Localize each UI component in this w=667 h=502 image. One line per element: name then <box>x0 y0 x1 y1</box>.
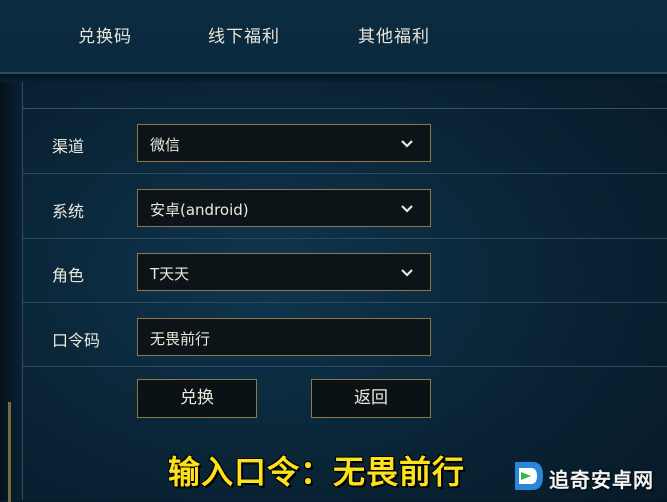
row-divider <box>22 238 667 239</box>
row-divider <box>22 366 667 367</box>
top-tab-bar: 兑换码 线下福利 其他福利 <box>0 0 667 74</box>
tab-other-benefits[interactable]: 其他福利 <box>358 22 430 47</box>
code-label: 口令码 <box>52 331 101 350</box>
row-divider <box>22 302 667 303</box>
chevron-down-icon <box>401 205 413 213</box>
form-panel <box>22 108 667 501</box>
watermark-logo-icon <box>515 462 543 490</box>
chevron-down-icon <box>401 269 413 277</box>
code-value: 无畏前行 <box>150 330 211 348</box>
channel-value: 微信 <box>150 136 181 154</box>
watermark-text: 追奇安卓网 <box>549 468 654 492</box>
channel-label: 渠道 <box>52 137 85 156</box>
system-value: 安卓(android) <box>150 201 249 219</box>
back-button[interactable]: 返回 <box>311 379 431 418</box>
header-divider <box>0 74 667 82</box>
system-label: 系统 <box>52 202 85 221</box>
code-input[interactable]: 无畏前行 <box>137 318 431 356</box>
watermark: 追奇安卓网 <box>509 456 659 496</box>
tab-offline-benefits[interactable]: 线下福利 <box>208 22 280 47</box>
role-value: T天天 <box>150 265 190 283</box>
row-divider <box>22 173 667 174</box>
caption-overlay: 输入口令：无畏前行 <box>168 453 466 491</box>
role-label: 角色 <box>52 266 85 285</box>
channel-select[interactable]: 微信 <box>137 124 431 162</box>
chevron-down-icon <box>401 140 413 148</box>
system-select[interactable]: 安卓(android) <box>137 189 431 227</box>
tab-redeem-code[interactable]: 兑换码 <box>78 22 132 47</box>
rail-accent <box>8 402 11 502</box>
redeem-button[interactable]: 兑换 <box>137 379 257 418</box>
role-select[interactable]: T天天 <box>137 253 431 291</box>
left-rail <box>0 82 23 502</box>
